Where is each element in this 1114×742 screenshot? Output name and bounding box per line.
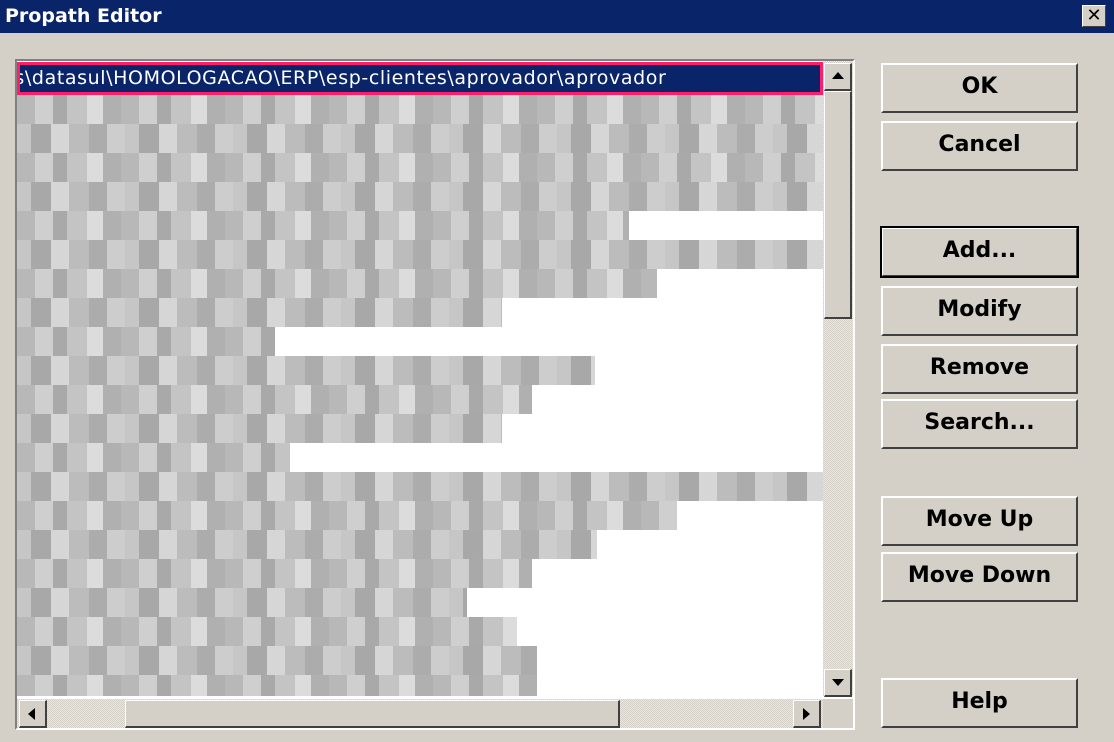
window-title: Propath Editor [5, 5, 162, 27]
vertical-scroll-thumb[interactable] [824, 91, 852, 319]
scroll-down-button[interactable] [824, 669, 852, 697]
list-item[interactable] [17, 501, 823, 530]
propath-list[interactable]: rs\datasul\HOMOLOGACAO\ERP\esp-clientes\… [17, 61, 823, 696]
ok-button[interactable]: OK [881, 63, 1078, 113]
arrow-right-icon [803, 708, 810, 720]
scrollbar-corner [823, 699, 853, 728]
list-item[interactable] [17, 124, 823, 153]
list-item[interactable] [17, 153, 823, 182]
move-down-button[interactable]: Move Down [881, 552, 1078, 602]
arrow-down-icon [832, 679, 844, 686]
list-item[interactable] [17, 414, 823, 443]
list-item[interactable] [17, 385, 823, 414]
list-item[interactable] [17, 675, 823, 696]
list-item[interactable] [17, 298, 823, 327]
search-button[interactable]: Search... [881, 399, 1078, 449]
arrow-up-icon [832, 72, 844, 79]
cancel-button[interactable]: Cancel [881, 121, 1078, 171]
list-item[interactable] [17, 588, 823, 617]
vertical-scrollbar[interactable] [823, 61, 853, 697]
list-item[interactable] [17, 559, 823, 588]
arrow-left-icon [28, 708, 35, 720]
list-item[interactable] [17, 182, 823, 211]
move-up-button[interactable]: Move Up [881, 496, 1078, 546]
list-item[interactable] [17, 443, 823, 472]
close-button[interactable]: ✕ [1082, 5, 1106, 27]
list-item[interactable] [17, 356, 823, 385]
title-bar: Propath Editor ✕ [0, 0, 1114, 33]
list-item[interactable] [17, 240, 823, 269]
list-item-selected[interactable]: rs\datasul\HOMOLOGACAO\ERP\esp-clientes\… [17, 62, 823, 95]
list-item[interactable] [17, 472, 823, 501]
scroll-right-button[interactable] [793, 700, 821, 728]
list-item[interactable] [17, 269, 823, 298]
add-button[interactable]: Add... [880, 226, 1079, 278]
list-item[interactable] [17, 327, 823, 356]
list-item[interactable] [17, 95, 823, 124]
list-item[interactable] [17, 211, 823, 240]
scroll-left-button[interactable] [19, 700, 47, 728]
list-item[interactable] [17, 530, 823, 559]
help-button[interactable]: Help [881, 678, 1078, 728]
scroll-up-button[interactable] [824, 63, 852, 91]
horizontal-scroll-thumb[interactable] [125, 700, 620, 728]
horizontal-scrollbar[interactable] [17, 699, 823, 728]
modify-button[interactable]: Modify [881, 286, 1078, 336]
close-icon: ✕ [1086, 5, 1102, 26]
list-item[interactable] [17, 646, 823, 675]
list-item[interactable] [17, 617, 823, 646]
remove-button[interactable]: Remove [881, 344, 1078, 394]
list-item-text: rs\datasul\HOMOLOGACAO\ERP\esp-clientes\… [17, 67, 667, 89]
